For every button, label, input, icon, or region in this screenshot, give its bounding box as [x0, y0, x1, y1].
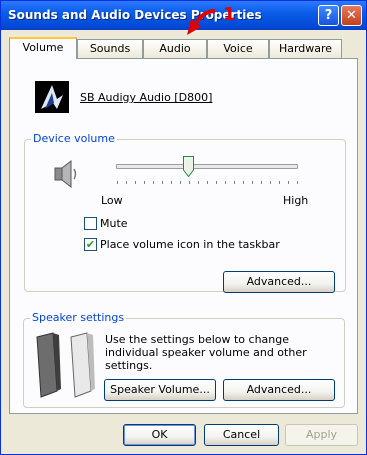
volume-slider-tick — [216, 181, 217, 184]
apply-button[interactable]: Apply — [285, 424, 358, 446]
volume-slider-tick — [117, 181, 118, 184]
device-logo-icon — [35, 81, 69, 113]
volume-slider-tick — [135, 181, 136, 184]
speaker-advanced-button[interactable]: Advanced... — [223, 379, 335, 401]
tab-strip: Volume Sounds Audio Voice Hardware — [9, 37, 359, 59]
volume-slider-tick — [153, 181, 154, 184]
cancel-button[interactable]: Cancel — [204, 424, 279, 446]
speaker-settings-description: Use the settings below to change individ… — [105, 333, 307, 372]
close-button[interactable]: ✕ — [341, 5, 362, 26]
tab-hardware[interactable]: Hardware — [269, 39, 342, 58]
mute-checkbox[interactable] — [84, 217, 97, 230]
speaker-volume-icon — [54, 159, 77, 189]
volume-slider-tick — [144, 181, 145, 184]
volume-slider-tick — [198, 181, 199, 184]
properties-window: Sounds and Audio Devices Properties ? ✕ … — [0, 0, 367, 455]
volume-slider-track[interactable] — [116, 164, 298, 169]
volume-slider-tick — [243, 181, 244, 184]
ok-button[interactable]: OK — [123, 424, 196, 446]
taskbar-icon-label: Place volume icon in the taskbar — [100, 238, 280, 251]
tab-sounds[interactable]: Sounds — [77, 39, 143, 58]
speakers-icon — [36, 332, 95, 398]
volume-slider-tick — [225, 181, 226, 184]
volume-slider-thumb[interactable] — [183, 156, 195, 177]
volume-slider-tick — [234, 181, 235, 184]
tab-audio[interactable]: Audio — [143, 39, 207, 58]
volume-slider-tick — [252, 181, 253, 184]
volume-slider-tick — [279, 181, 280, 184]
volume-slider-tick — [270, 181, 271, 184]
device-volume-advanced-button[interactable]: Advanced... — [223, 271, 335, 293]
speaker-settings-title: Speaker settings — [30, 311, 127, 324]
tab-volume[interactable]: Volume — [9, 37, 77, 59]
help-button[interactable]: ? — [318, 5, 339, 26]
speaker-volume-button[interactable]: Speaker Volume... — [104, 379, 216, 401]
volume-slider-tick — [261, 181, 262, 184]
volume-slider-tick — [126, 181, 127, 184]
volume-slider-tick — [207, 181, 208, 184]
volume-slider-tick — [189, 181, 190, 184]
volume-slider-tick — [297, 181, 298, 184]
device-name-label: SB Audigy Audio [D800] — [80, 91, 213, 104]
window-title: Sounds and Audio Devices Properties — [8, 8, 262, 22]
volume-low-label: Low — [101, 194, 123, 207]
mute-label: Mute — [100, 217, 128, 230]
volume-slider-tick — [171, 181, 172, 184]
volume-slider-tick — [288, 181, 289, 184]
annotation-number: 1 — [223, 4, 236, 25]
device-volume-title: Device volume — [31, 132, 117, 145]
taskbar-icon-checkbox[interactable]: ✔ — [84, 238, 97, 251]
volume-slider-tick — [162, 181, 163, 184]
volume-high-label: High — [283, 194, 309, 207]
tab-voice[interactable]: Voice — [207, 39, 269, 58]
volume-slider-tick — [180, 181, 181, 184]
